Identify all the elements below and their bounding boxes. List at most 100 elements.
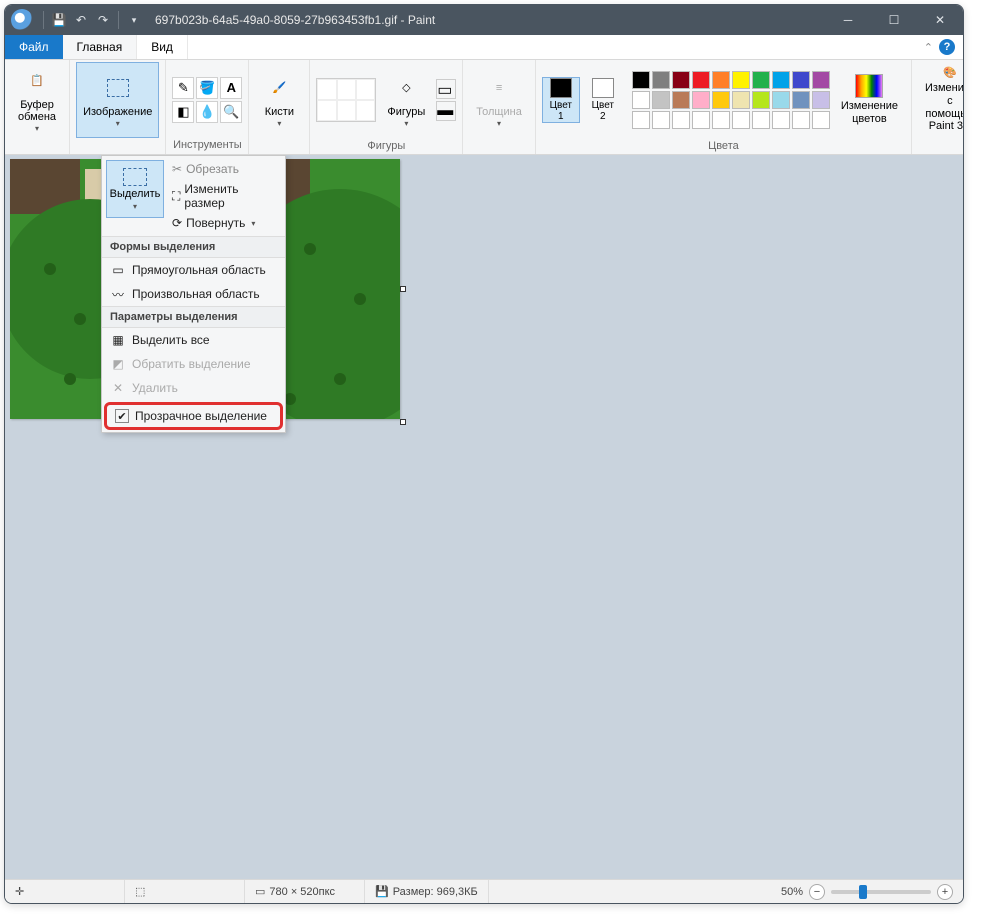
app-icon [11, 9, 33, 31]
color-swatch[interactable] [632, 71, 650, 89]
color-swatch[interactable] [772, 71, 790, 89]
collapse-ribbon-icon[interactable]: ⌃ [924, 41, 933, 54]
color-swatch[interactable] [692, 91, 710, 109]
color-swatch[interactable] [772, 111, 790, 129]
color-swatch[interactable] [672, 111, 690, 129]
tab-home[interactable]: Главная [63, 35, 138, 59]
shapes-group-label: Фигуры [367, 138, 405, 155]
color-swatch[interactable] [752, 91, 770, 109]
color-swatch[interactable] [692, 111, 710, 129]
rect-sel-icon: ▭ [110, 262, 126, 278]
invert-icon: ◩ [110, 356, 126, 372]
color2-swatch [592, 78, 614, 98]
undo-icon[interactable]: ↶ [70, 9, 92, 31]
color-swatch[interactable] [792, 71, 810, 89]
check-icon: ✔ [115, 409, 129, 423]
color-swatch[interactable] [752, 71, 770, 89]
pencil-tool[interactable]: ✎ [172, 77, 194, 99]
ribbon: 📋 Буфер обмена ▾ Изображение ▾ ✎ [5, 60, 963, 155]
shapes-button[interactable]: ◇ Фигуры ▾ [380, 62, 432, 138]
zoom-thumb[interactable] [859, 885, 867, 899]
maximize-button[interactable]: ☐ [871, 5, 917, 35]
transparent-selection-item[interactable]: ✔ Прозрачное выделение [107, 405, 280, 427]
color-swatch[interactable] [772, 91, 790, 109]
zoom-in-button[interactable]: + [937, 884, 953, 900]
color-swatch[interactable] [812, 111, 830, 129]
group-image: Изображение ▾ [70, 60, 166, 154]
select-all-item[interactable]: ▦ Выделить все [102, 328, 285, 352]
brushes-button[interactable]: 🖌️ Кисти ▾ [255, 62, 303, 138]
outline-button[interactable]: ▭ [436, 79, 456, 99]
color-swatch[interactable] [672, 91, 690, 109]
color-swatch[interactable] [652, 91, 670, 109]
save-icon[interactable]: 💾 [48, 9, 70, 31]
zoom-slider[interactable] [831, 890, 931, 894]
help-icon[interactable]: ? [939, 39, 955, 55]
close-button[interactable]: ✕ [917, 5, 963, 35]
tab-view[interactable]: Вид [137, 35, 188, 59]
color-swatch[interactable] [672, 71, 690, 89]
paint3d-button[interactable]: 🎨 Изменить с помощью Paint 3D [918, 62, 964, 138]
color-swatch[interactable] [792, 111, 810, 129]
zoom-tool[interactable]: 🔍 [220, 101, 242, 123]
redo-icon[interactable]: ↷ [92, 9, 114, 31]
tab-file[interactable]: Файл [5, 35, 63, 59]
color-swatch[interactable] [792, 91, 810, 109]
fill-tool[interactable]: 🪣 [196, 77, 218, 99]
select-dropdown: Выделить ▾ ✂Обрезать ⛶Изменить размер ⟳П… [101, 155, 286, 433]
rotate-button[interactable]: ⟳Повернуть▾ [168, 214, 281, 232]
color1-button[interactable]: Цвет 1 [542, 77, 580, 123]
resize-button[interactable]: ⛶Изменить размер [168, 180, 281, 212]
brush-icon: 🖌️ [263, 72, 295, 104]
color2-button[interactable]: Цвет 2 [584, 77, 622, 123]
free-selection-item[interactable]: 〰 Произвольная область [102, 282, 285, 306]
color-swatch[interactable] [712, 111, 730, 129]
color-swatch[interactable] [712, 91, 730, 109]
color-swatch[interactable] [692, 71, 710, 89]
picker-tool[interactable]: 💧 [196, 101, 218, 123]
zoom-out-button[interactable]: − [809, 884, 825, 900]
color-swatch[interactable] [812, 91, 830, 109]
cursor-icon: ✛ [15, 885, 24, 898]
color-swatch[interactable] [632, 91, 650, 109]
statusbar: ✛ ⬚ ▭780 × 520пкс 💾Размер: 969,3КБ 50% −… [5, 879, 963, 903]
color-swatch[interactable] [632, 111, 650, 129]
dims-icon: ▭ [255, 885, 265, 898]
rotate-icon: ⟳ [172, 216, 182, 230]
fill-shape-button[interactable]: ▬ [436, 101, 456, 121]
color-swatch[interactable] [652, 111, 670, 129]
free-sel-icon: 〰 [110, 286, 126, 302]
crop-button[interactable]: ✂Обрезать [168, 160, 281, 178]
group-shapes: ◇ Фигуры ▾ ▭ ▬ Фигуры [310, 60, 463, 154]
rect-selection-item[interactable]: ▭ Прямоугольная область [102, 258, 285, 282]
text-tool[interactable]: A [220, 77, 242, 99]
resize-icon: ⛶ [172, 189, 180, 204]
size-button[interactable]: ≡ Толщина ▾ [469, 62, 529, 138]
forms-header: Формы выделения [102, 236, 285, 258]
group-colors: Цвет 1 Цвет 2 Изменение цветов Цвета [536, 60, 912, 154]
select-main-button[interactable]: Выделить ▾ [106, 160, 164, 218]
resize-handle-corner[interactable] [400, 419, 406, 425]
group-tools: ✎ 🪣 A ◧ 💧 🔍 Инструменты [166, 60, 249, 154]
color-swatch[interactable] [652, 71, 670, 89]
qat-dropdown-icon[interactable]: ▾ [123, 9, 145, 31]
color-swatch[interactable] [732, 111, 750, 129]
params-header: Параметры выделения [102, 306, 285, 328]
color-swatch[interactable] [812, 71, 830, 89]
minimize-button[interactable]: ─ [825, 5, 871, 35]
shapes-gallery[interactable] [316, 78, 376, 122]
edit-colors-button[interactable]: Изменение цветов [834, 62, 905, 138]
paint-window: 💾 ↶ ↷ ▾ 697b023b-64a5-49a0-8059-27b96345… [4, 4, 964, 904]
clipboard-icon: 📋 [21, 67, 53, 97]
color-swatch[interactable] [712, 71, 730, 89]
color-swatch[interactable] [752, 111, 770, 129]
select-button[interactable]: Изображение ▾ [76, 62, 159, 138]
color-swatch[interactable] [732, 91, 750, 109]
group-size: ≡ Толщина ▾ [463, 60, 536, 154]
shapes-icon: ◇ [390, 72, 422, 104]
paste-button[interactable]: 📋 Буфер обмена ▾ [11, 62, 63, 138]
color-swatch[interactable] [732, 71, 750, 89]
group-brushes: 🖌️ Кисти ▾ [249, 60, 310, 154]
resize-handle-right[interactable] [400, 286, 406, 292]
eraser-tool[interactable]: ◧ [172, 101, 194, 123]
